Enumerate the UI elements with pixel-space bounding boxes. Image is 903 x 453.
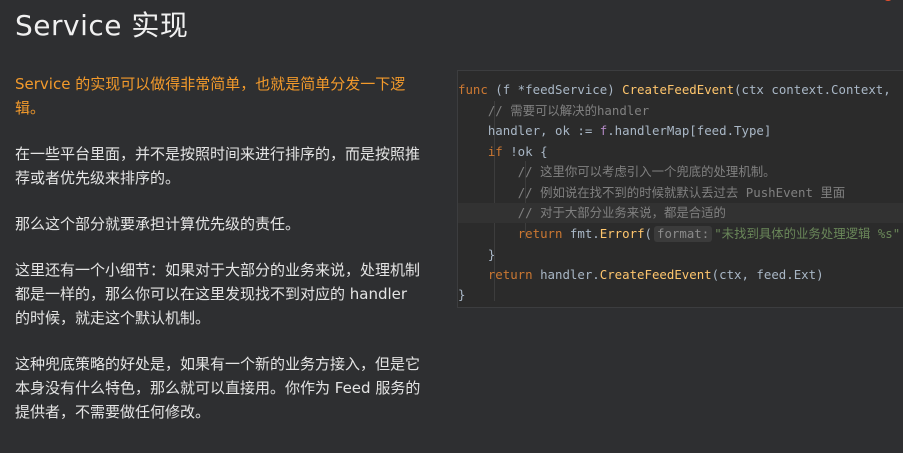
logo-mark-icon <box>883 0 893 1</box>
code-line-8: return fmt.Errorf(format: "未找到具体的业务处理逻辑 %… <box>517 226 901 242</box>
code-line-4: if !ok { <box>487 144 548 159</box>
code-line-3: handler, ok := f.handlerMap[feed.Type] <box>487 123 772 138</box>
parameter-hint: format: <box>654 226 713 242</box>
code-line-11: } <box>458 287 466 302</box>
code-line-10: return handler.CreateFeedEvent(ctx, feed… <box>487 267 824 282</box>
code-editor-snippet: func (f *feedService) CreateFeedEvent(ct… <box>457 70 903 308</box>
intro-paragraph: Service 的实现可以做得非常简单，也就是简单分发一下逻辑。 <box>15 75 406 117</box>
explanation-text: Service 的实现可以做得非常简单，也就是简单分发一下逻辑。 在一些平台里面… <box>15 72 425 446</box>
code-line-6: // 例如说在找不到的时候就默认丢过去 PushEvent 里面 <box>517 185 846 200</box>
code-line-9: } <box>487 247 496 262</box>
code-line-2: // 需要可以解决的handler <box>487 103 650 118</box>
detail-paragraph: 这里还有一个小细节：如果对于大部分的业务来说，处理机制都是一样的，那么你可以在这… <box>15 261 421 327</box>
slide-title: Service 实现 <box>15 9 189 42</box>
priority-paragraph: 那么这个部分就要承担计算优先级的责任。 <box>15 215 301 233</box>
code-line-1: func (f *feedService) CreateFeedEvent(ct… <box>458 82 891 97</box>
code-line-7: // 对于大部分业务来说，都是合适的 <box>458 203 903 223</box>
code-line-5: // 这里你可以考虑引入一个兜底的处理机制。 <box>517 164 776 179</box>
fallback-paragraph: 这种兜底策略的好处是，如果有一个新的业务方接入，但是它本身没有什么特色，那么就可… <box>15 355 421 421</box>
sorting-paragraph: 在一些平台里面，并不是按照时间来进行排序的，而是按照推荐或者优先级来排序的。 <box>15 145 421 187</box>
brand-logo <box>883 0 893 1</box>
